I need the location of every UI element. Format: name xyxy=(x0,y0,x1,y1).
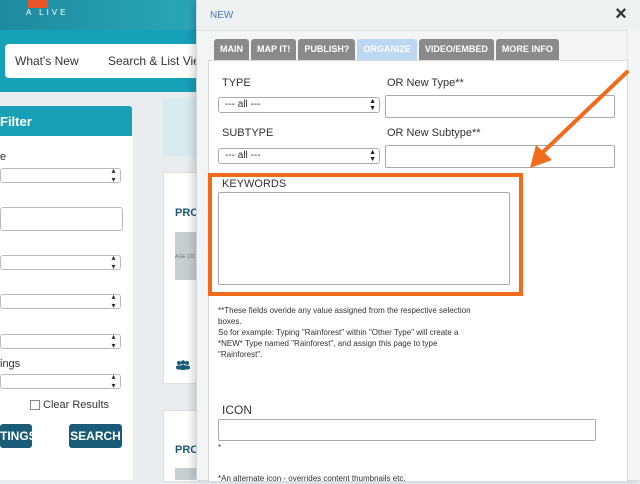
filter-select[interactable] xyxy=(0,332,121,350)
type-select[interactable]: --- all --- ▲ ▼ xyxy=(218,97,380,113)
filter-label: e xyxy=(0,151,7,163)
results-header-strip xyxy=(163,98,198,156)
subtype-select-value: --- all --- xyxy=(225,150,261,161)
result-card-image[interactable]: AGE CO xyxy=(175,232,198,280)
filter-label: ings xyxy=(0,358,21,370)
icon-input[interactable] xyxy=(218,419,596,441)
nav-search-list-view[interactable]: Search & List View xyxy=(108,54,196,68)
new-subtype-label: OR New Subtype** xyxy=(387,127,481,139)
site-logo-text: A LIVE xyxy=(26,8,69,17)
new-type-label: OR New Type** xyxy=(387,77,464,89)
override-note-line: So for example: Typing "Rainforest" with… xyxy=(218,328,459,337)
clear-results-label: Clear Results xyxy=(43,399,110,411)
override-note-line: "Rainforest". xyxy=(218,350,263,359)
nav-whats-new[interactable]: What's New xyxy=(15,54,79,68)
search-button[interactable]: SEARCH xyxy=(69,424,122,448)
override-note-line: boxes. xyxy=(218,317,242,326)
filter-select[interactable] xyxy=(0,253,121,271)
result-card-image-caption: AGE CO xyxy=(175,254,195,260)
icon-required-star: * xyxy=(218,443,222,452)
filter-text-input[interactable] xyxy=(0,207,123,231)
select-arrows-icon: ▲ ▼ xyxy=(369,98,376,112)
result-card-image[interactable] xyxy=(175,468,198,480)
tab-video-embed[interactable]: VIDEO/EMBED xyxy=(418,39,494,60)
subtype-select[interactable]: --- all --- ▲ ▼ xyxy=(218,148,380,164)
modal-titlebar: NEW × xyxy=(197,0,640,31)
new-subtype-input[interactable] xyxy=(385,145,615,168)
site-logo-mark xyxy=(28,0,48,8)
type-label: TYPE xyxy=(222,77,251,89)
listings-button[interactable]: TINGS xyxy=(0,424,37,448)
filter-header: Filter xyxy=(0,106,132,136)
override-note: **These fields overide any value assigne… xyxy=(218,305,518,360)
select-arrows-icon: ▲ ▼ xyxy=(369,149,376,163)
filter-title: Filter xyxy=(0,114,32,129)
tab-publish[interactable]: PUBLISH? xyxy=(298,39,356,60)
filter-select[interactable] xyxy=(0,372,121,390)
tab-more-info[interactable]: MORE INFO xyxy=(495,39,559,60)
checkbox-box[interactable] xyxy=(30,400,40,411)
tab-map-it[interactable]: MAP IT! xyxy=(251,39,297,60)
modal-title: NEW xyxy=(210,10,234,21)
filter-select[interactable] xyxy=(0,166,121,184)
type-select-value: --- all --- xyxy=(225,99,261,110)
close-icon[interactable]: × xyxy=(611,4,631,24)
new-type-input[interactable] xyxy=(385,95,615,118)
users-icon xyxy=(176,360,190,370)
clear-results-checkbox[interactable]: Clear Results xyxy=(30,399,109,411)
modal-tabs: MAIN MAP IT! PUBLISH? ORGANIZE VIDEO/EMB… xyxy=(214,39,559,60)
icon-label: ICON xyxy=(222,403,252,417)
tab-main[interactable]: MAIN xyxy=(214,39,249,60)
override-note-line: **These fields overide any value assigne… xyxy=(218,306,471,315)
override-note-line: *NEW* Type named "Rainforest", and assig… xyxy=(218,339,438,348)
tab-organize[interactable]: ORGANIZE xyxy=(357,39,417,60)
subtype-label: SUBTYPE xyxy=(222,127,274,139)
modal-scrollbar[interactable] xyxy=(627,30,640,480)
keywords-highlight-box xyxy=(208,173,523,296)
icon-note: *An alternate icon - overrides content t… xyxy=(218,474,406,483)
filter-select[interactable] xyxy=(0,292,121,310)
